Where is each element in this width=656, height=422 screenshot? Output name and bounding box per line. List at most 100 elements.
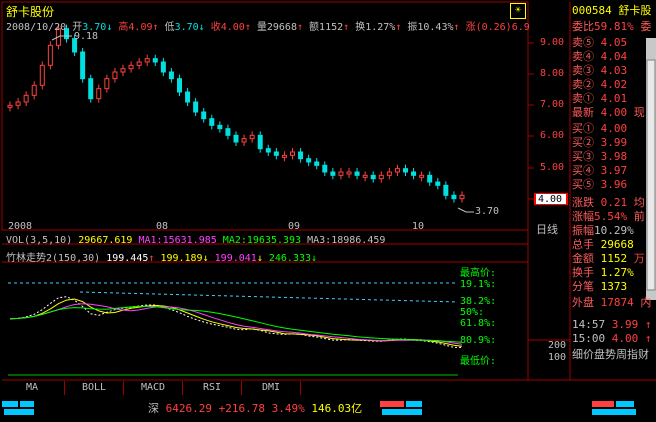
stat-row: 涨跌 0.21 均 (572, 196, 645, 209)
sell-label: 卖② (572, 78, 594, 91)
candle-body (225, 128, 231, 136)
indicator-tabs: MA BOLL MACD RSI DMI (0, 381, 330, 395)
quote-date: 2008/10/20 (6, 22, 67, 33)
tab-macd[interactable]: MACD (124, 381, 183, 395)
candle-body (88, 78, 94, 100)
level-label: 50%: (460, 307, 485, 318)
up-arrow-icon: ↑ (395, 22, 402, 33)
bottom-tabs[interactable]: 细价盘势周指财 (572, 348, 649, 361)
candle-body (443, 184, 449, 196)
buy-label: 买⑤ (572, 178, 594, 191)
scrollbar-thumb[interactable] (646, 59, 656, 291)
vol-line: VOL(3,5,10) 29667.619 MA1:15631.985 MA2:… (6, 235, 385, 246)
candle-body (144, 58, 150, 63)
stat-label: 分笔 (572, 280, 594, 293)
candle-body (403, 168, 408, 173)
latest-row: 最新 4.00 现 (572, 106, 645, 119)
tab-dmi[interactable]: DMI (242, 381, 301, 395)
candle-body (185, 91, 191, 103)
date-axis-label: 09 (288, 221, 301, 232)
stat-value: 1.27% (600, 266, 634, 279)
sell-price: 4.05 (600, 36, 628, 49)
index-name: 深 (148, 402, 159, 415)
candle-body (23, 94, 29, 103)
sell-label: 卖④ (572, 50, 594, 63)
sell-row: 卖① 4.01 (572, 92, 627, 105)
candle-body (217, 124, 223, 130)
indicator-line: 竹林走势2(150,30) 199.445↑ 199.189↓ 199.041↓… (6, 249, 317, 264)
tick-price: 4.00 (611, 332, 639, 345)
candle-body (298, 151, 304, 160)
tab-boll[interactable]: BOLL (65, 381, 124, 395)
high-label: 高 (118, 22, 129, 33)
index-value: 6426.29 (165, 402, 212, 415)
date-axis-label: 10 (412, 221, 425, 232)
period-label[interactable]: 日线 (536, 221, 558, 237)
candle-body (370, 174, 376, 180)
candle-body (459, 194, 465, 200)
candle-body (249, 134, 255, 140)
candle-body (435, 181, 441, 186)
candle-body (265, 148, 271, 153)
tick-time: 14:57 (572, 318, 606, 331)
tab-ma[interactable]: MA (0, 381, 65, 395)
candle-body (241, 138, 247, 143)
candle-body (15, 101, 21, 106)
buy-row: 买① 4.00 (572, 122, 627, 135)
price-axis-label: 7.00 (540, 99, 565, 110)
candle-body (257, 134, 263, 150)
amplitude-value: 10.43% (417, 22, 454, 33)
level-label: 19.1%: (460, 279, 497, 290)
stat-label: 振幅 (572, 224, 594, 237)
candle-body (411, 171, 417, 176)
candle-body (419, 174, 425, 178)
vol-title: VOL(3,5,10) (6, 235, 73, 246)
candle-body (160, 61, 166, 73)
price-axis-label: 6.00 (540, 130, 565, 141)
tab-rsi[interactable]: RSI (183, 381, 242, 395)
stat-row: 分笔 1373 (572, 280, 627, 293)
candle-body (354, 171, 360, 176)
candle-body (233, 134, 239, 143)
stat-row: 振幅10.29% (572, 224, 634, 237)
indicator-axis-label: 200 (548, 340, 567, 351)
buy-price: 3.97 (600, 164, 628, 177)
wei-bi-label: 委比 (572, 20, 594, 33)
vol-ma1: MA1:15631.985 (138, 235, 217, 246)
level-label: 最高价: (460, 268, 497, 279)
up-arrow-icon: ↑ (296, 22, 304, 33)
sell-row: 卖③ 4.03 (572, 64, 627, 77)
down-arrow-icon: ↓ (202, 253, 209, 264)
change-value: (0.26) (475, 22, 512, 33)
buy-price: 3.99 (600, 136, 628, 149)
outer-cut: 内 (640, 296, 652, 309)
amount-value: 1152 (319, 22, 344, 33)
level-label: 80.9%: (460, 335, 497, 346)
candle-body (378, 174, 384, 180)
candle-body (120, 68, 126, 73)
stat-value: 1373 (600, 280, 628, 293)
candle-body (338, 171, 344, 176)
indicator-v3: 199.041 (214, 253, 257, 264)
latest-cut: 现 (633, 106, 645, 119)
candle-body (7, 104, 13, 108)
date-axis-label: 2008 (8, 221, 33, 232)
candle-body (177, 78, 182, 93)
price-axis-ticks (528, 42, 534, 200)
buy-row: 买② 3.99 (572, 136, 627, 149)
candle-body (39, 64, 45, 86)
volume-value: 29668 (266, 22, 297, 33)
tick-row: 14:57 3.99 ↑ (572, 318, 652, 331)
amplitude-label: 振 (407, 22, 418, 33)
candle-body (96, 88, 102, 100)
outer-row: 外盘 17874 内 (572, 296, 651, 309)
settings-gear-icon[interactable]: ☀ (510, 3, 526, 19)
outer-value: 17874 (600, 296, 634, 309)
sell-price: 4.01 (600, 92, 628, 105)
candlestick-series (7, 24, 465, 203)
candle-body (386, 171, 392, 176)
down-arrow-icon: ↓ (106, 22, 113, 33)
change-cut: 6.9 (511, 22, 530, 33)
sell-row: 卖⑤ 4.05 (572, 36, 627, 49)
indicator-axis-label: 100 (548, 352, 567, 363)
